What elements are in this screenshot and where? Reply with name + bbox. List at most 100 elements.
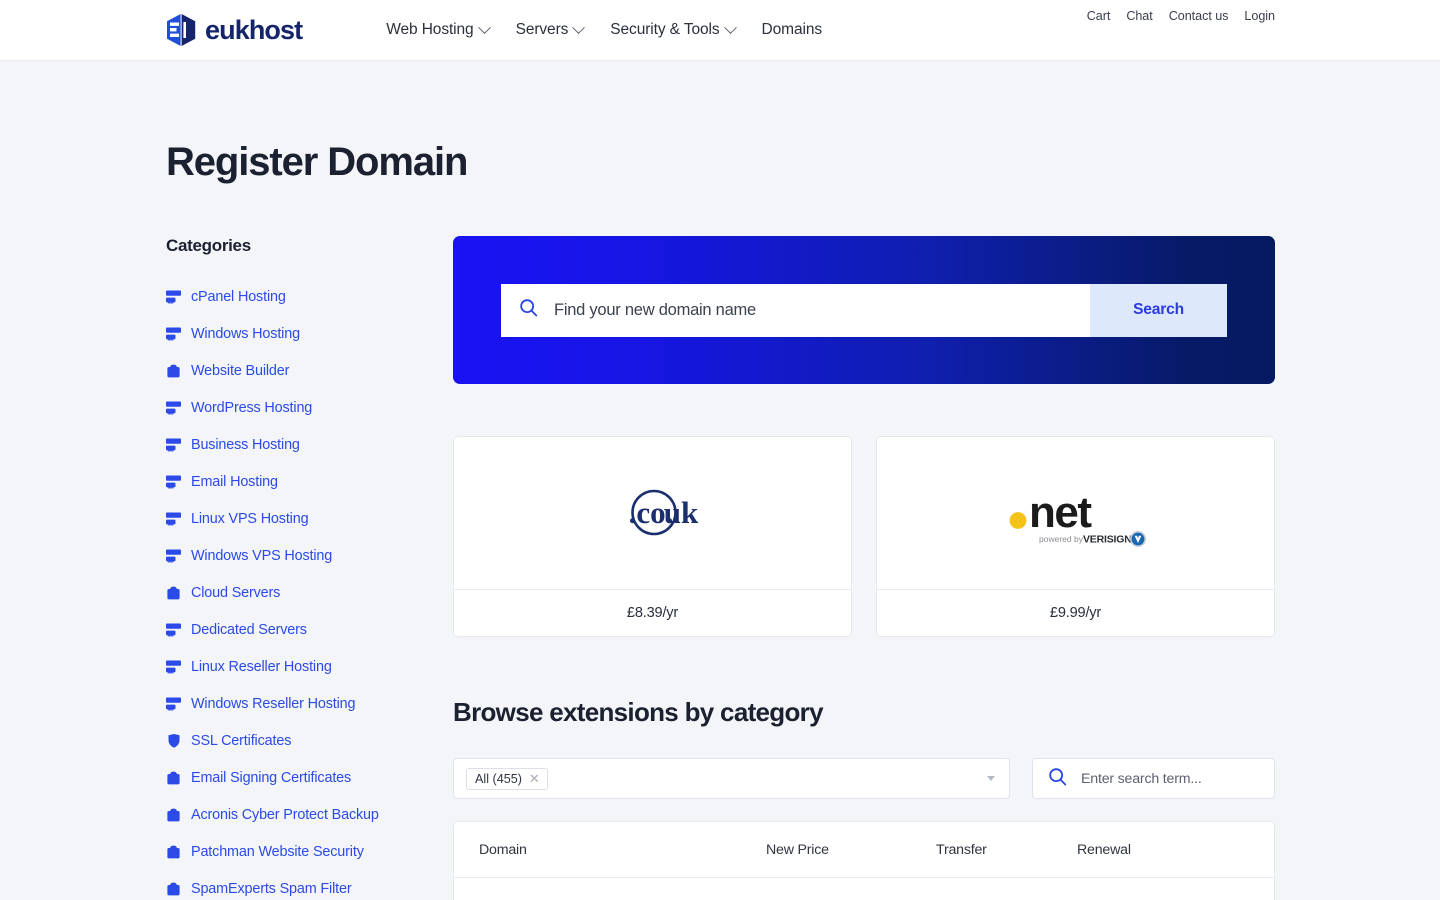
tld-price: £8.39/yr bbox=[454, 589, 851, 636]
sidebar-item-label: Windows Hosting bbox=[191, 325, 300, 342]
briefcase-icon bbox=[166, 771, 181, 785]
main-column: Find your new domain name Search .co. uk… bbox=[453, 236, 1275, 900]
eukhost-logo-mark-icon bbox=[166, 13, 196, 47]
tld-card-net[interactable]: net powered by VERISIGN £9.99/yr bbox=[876, 436, 1275, 637]
sidebar-item-label: Windows VPS Hosting bbox=[191, 547, 333, 564]
sidebar-item-windows-hosting[interactable]: Windows Hosting bbox=[166, 315, 419, 352]
column-header-new-price[interactable]: New Price bbox=[766, 822, 936, 878]
column-header-renewal[interactable]: Renewal bbox=[1077, 822, 1274, 878]
tld-price: £9.99/yr bbox=[877, 589, 1274, 636]
sidebar-item-label: Email Signing Certificates bbox=[191, 769, 352, 786]
sidebar-item-acronis-cyber-protect-backup[interactable]: Acronis Cyber Protect Backup bbox=[166, 796, 419, 833]
sidebar-item-windows-vps-hosting[interactable]: Windows VPS Hosting bbox=[166, 537, 419, 574]
utility-link-login[interactable]: Login bbox=[1244, 9, 1275, 23]
nav-item-label: Servers bbox=[515, 21, 569, 38]
sidebar-item-dedicated-servers[interactable]: Dedicated Servers bbox=[166, 611, 419, 648]
chevron-down-icon[interactable] bbox=[987, 776, 995, 781]
chevron-down-icon bbox=[477, 20, 491, 34]
sidebar-item-email-hosting[interactable]: Email Hosting bbox=[166, 463, 419, 500]
sidebar-item-linux-reseller-hosting[interactable]: Linux Reseller Hosting bbox=[166, 648, 419, 685]
chip-label: All (455) bbox=[475, 771, 522, 786]
sidebar-item-label: WordPress Hosting bbox=[191, 399, 313, 416]
nav-item-security-tools[interactable]: Security & Tools bbox=[610, 20, 737, 39]
page-title: Register Domain bbox=[166, 140, 468, 184]
briefcase-icon bbox=[166, 845, 181, 859]
sidebar-item-wordpress-hosting[interactable]: WordPress Hosting bbox=[166, 389, 419, 426]
close-icon[interactable]: ✕ bbox=[529, 772, 540, 785]
sidebar-item-label: Linux Reseller Hosting bbox=[191, 658, 332, 675]
domain-search-button[interactable]: Search bbox=[1090, 283, 1227, 337]
category-multiselect[interactable]: All (455) ✕ bbox=[453, 758, 1010, 799]
nav-item-web-hosting[interactable]: Web Hosting bbox=[386, 20, 491, 39]
sidebar-item-business-hosting[interactable]: Business Hosting bbox=[166, 426, 419, 463]
utility-link-cart[interactable]: Cart bbox=[1087, 9, 1111, 23]
sidebar-item-label: cPanel Hosting bbox=[191, 288, 286, 305]
server-rack-icon bbox=[166, 549, 181, 563]
cell-transfer: £29.00 bbox=[936, 878, 1077, 900]
extension-search-input-wrap[interactable]: Enter search term... bbox=[1032, 758, 1275, 799]
search-icon bbox=[519, 298, 538, 322]
server-rack-icon bbox=[166, 438, 181, 452]
sidebar-title: Categories bbox=[166, 236, 251, 255]
content-layout: Categories cPanel Hosting Windows Hosting… bbox=[166, 236, 1275, 900]
categories-sidebar: Categories cPanel Hosting Windows Hosting… bbox=[166, 236, 419, 900]
sidebar-item-label: Patchman Website Security bbox=[191, 843, 364, 860]
selected-category-chip[interactable]: All (455) ✕ bbox=[466, 767, 548, 790]
utility-link-contact-us[interactable]: Contact us bbox=[1169, 9, 1229, 23]
site-header: eukhost Web Hosting Servers Security & T… bbox=[0, 0, 1440, 61]
tld-card-couk[interactable]: .co. uk £8.39/yr bbox=[453, 436, 852, 637]
nav-item-domains[interactable]: Domains bbox=[761, 21, 823, 39]
server-rack-icon bbox=[166, 512, 181, 526]
svg-text:powered by: powered by bbox=[1039, 534, 1084, 544]
extension-search-placeholder: Enter search term... bbox=[1081, 770, 1202, 787]
sidebar-item-cloud-servers[interactable]: Cloud Servers bbox=[166, 574, 419, 611]
table-header-row: Domain New Price Transfer Renewal bbox=[454, 822, 1274, 878]
briefcase-icon bbox=[166, 882, 181, 896]
column-header-transfer[interactable]: Transfer bbox=[936, 822, 1077, 878]
server-rack-icon bbox=[166, 697, 181, 711]
column-header-domain[interactable]: Domain bbox=[454, 822, 766, 878]
sidebar-item-label: Business Hosting bbox=[191, 436, 300, 453]
server-rack-icon bbox=[166, 475, 181, 489]
main-nav: Web Hosting Servers Security & Tools Dom… bbox=[386, 20, 823, 39]
server-rack-icon bbox=[166, 290, 181, 304]
nav-item-servers[interactable]: Servers bbox=[515, 20, 586, 39]
server-rack-icon bbox=[166, 660, 181, 674]
sidebar-item-ssl-certificates[interactable]: SSL Certificates bbox=[166, 722, 419, 759]
shield-icon bbox=[166, 733, 181, 748]
net-verisign-logo: net powered by VERISIGN bbox=[877, 437, 1274, 589]
sidebar-item-label: Email Hosting bbox=[191, 473, 278, 490]
sidebar-item-windows-reseller-hosting[interactable]: Windows Reseller Hosting bbox=[166, 685, 419, 722]
extension-filter-row: All (455) ✕ Enter search term... bbox=[453, 758, 1275, 799]
utility-nav: Cart Chat Contact us Login bbox=[1087, 9, 1275, 23]
domain-search-input-wrap[interactable]: Find your new domain name bbox=[501, 283, 1090, 337]
sidebar-item-label: SSL Certificates bbox=[191, 732, 292, 749]
sidebar-item-email-signing-certificates[interactable]: Email Signing Certificates bbox=[166, 759, 419, 796]
sidebar-item-cpanel-hosting[interactable]: cPanel Hosting bbox=[166, 278, 419, 315]
site-logo[interactable]: eukhost bbox=[166, 13, 303, 47]
chevron-down-icon bbox=[723, 20, 737, 34]
utility-link-chat[interactable]: Chat bbox=[1126, 9, 1152, 23]
table-row[interactable]: .abogado£29.00£29.00£29.00 bbox=[454, 878, 1274, 900]
sidebar-item-label: Dedicated Servers bbox=[191, 621, 307, 638]
domain-search-hero: Find your new domain name Search bbox=[453, 236, 1275, 384]
chevron-down-icon bbox=[572, 20, 586, 34]
sidebar-item-spamexperts-spam-filter[interactable]: SpamExperts Spam Filter bbox=[166, 870, 419, 900]
briefcase-icon bbox=[166, 808, 181, 822]
search-icon bbox=[1048, 767, 1067, 791]
svg-text:net: net bbox=[1029, 488, 1092, 537]
sidebar-item-website-builder[interactable]: Website Builder bbox=[166, 352, 419, 389]
sidebar-item-linux-vps-hosting[interactable]: Linux VPS Hosting bbox=[166, 500, 419, 537]
sidebar-item-patchman-website-security[interactable]: Patchman Website Security bbox=[166, 833, 419, 870]
sidebar-item-label: Acronis Cyber Protect Backup bbox=[191, 806, 379, 823]
server-rack-icon bbox=[166, 327, 181, 341]
featured-tld-cards: .co. uk £8.39/yr net powered by VERISIGN bbox=[453, 436, 1275, 637]
server-rack-icon bbox=[166, 623, 181, 637]
nav-item-label: Domains bbox=[761, 21, 823, 38]
nav-item-label: Security & Tools bbox=[610, 21, 720, 38]
cell-renewal: £29.00 bbox=[1077, 878, 1274, 900]
sidebar-item-label: Linux VPS Hosting bbox=[191, 510, 309, 527]
nav-item-label: Web Hosting bbox=[386, 21, 474, 38]
briefcase-icon bbox=[166, 364, 181, 378]
sidebar-item-label: SpamExperts Spam Filter bbox=[191, 880, 352, 897]
